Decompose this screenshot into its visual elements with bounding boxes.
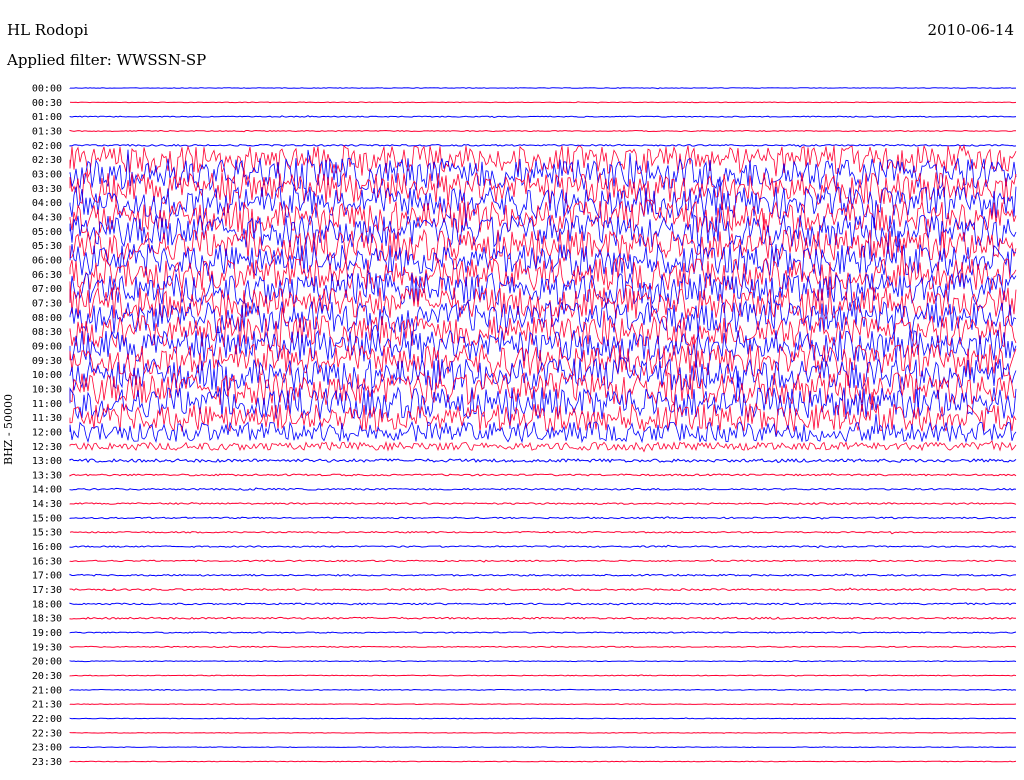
trace-0930 <box>69 334 1017 387</box>
time-tick-label: 04:00 <box>32 198 62 209</box>
trace-1530 <box>69 530 1017 535</box>
time-tick-label: 00:00 <box>32 84 62 95</box>
trace-1400 <box>69 487 1017 491</box>
time-tick-label: 17:00 <box>32 571 62 582</box>
time-tick-label: 01:30 <box>32 126 62 137</box>
time-tick-label: 15:00 <box>32 513 62 524</box>
time-tick-label: 23:30 <box>32 757 62 768</box>
trace-2030 <box>69 674 1017 677</box>
trace-0900 <box>69 325 1017 363</box>
time-tick-label: 22:00 <box>32 714 62 725</box>
time-tick-label: 10:00 <box>32 370 62 381</box>
time-tick-label: 20:00 <box>32 657 62 668</box>
time-tick-label: 06:30 <box>32 270 62 281</box>
time-tick-label: 11:00 <box>32 399 62 410</box>
time-tick-label: 10:30 <box>32 384 62 395</box>
time-tick-label: 03:30 <box>32 184 62 195</box>
time-tick-label: 12:30 <box>32 442 62 453</box>
time-tick-label: 09:00 <box>32 341 62 352</box>
time-tick-label: 20:30 <box>32 671 62 682</box>
trace-0030 <box>69 101 1017 104</box>
helicorder-plot: 00:00 00:30 01:00 01:30 02:00 02:30 03:00 03:30… <box>32 84 1017 768</box>
time-tick-label: 14:30 <box>32 499 62 510</box>
trace-1300 <box>69 458 1017 464</box>
time-tick-label: 16:30 <box>32 556 62 567</box>
time-tick-label: 04:30 <box>32 212 62 223</box>
time-tick-label: 15:30 <box>32 528 62 539</box>
trace-1730 <box>69 587 1017 591</box>
trace-0130 <box>69 129 1016 133</box>
trace-1830 <box>69 616 1017 620</box>
time-tick-label: 11:30 <box>32 413 62 424</box>
time-tick-label: 13:30 <box>32 470 62 481</box>
time-tick-label: 02:00 <box>32 141 62 152</box>
time-tick-label: 07:30 <box>32 298 62 309</box>
time-tick-label: 02:30 <box>32 155 62 166</box>
time-tick-label: 16:00 <box>32 542 62 553</box>
time-tick-label: 08:30 <box>32 327 62 338</box>
time-tick-label: 00:30 <box>32 98 62 109</box>
time-tick-label: 09:30 <box>32 356 62 367</box>
trace-1330 <box>69 473 1017 477</box>
trace-1930 <box>69 645 1017 649</box>
trace-1700 <box>69 573 1016 577</box>
trace-2330 <box>69 760 1017 763</box>
time-tick-label: 19:00 <box>32 628 62 639</box>
time-tick-label: 21:00 <box>32 685 62 696</box>
trace-1230 <box>69 440 1017 453</box>
trace-2130 <box>69 703 1017 706</box>
time-tick-label: 06:00 <box>32 255 62 266</box>
trace-1500 <box>69 516 1017 520</box>
time-tick-label: 12:00 <box>32 427 62 438</box>
trace-0000 <box>69 87 1016 90</box>
time-tick-label: 19:30 <box>32 642 62 653</box>
time-tick-label: 05:30 <box>32 241 62 252</box>
time-tick-label: 18:30 <box>32 614 62 625</box>
trace-1600 <box>69 544 1017 549</box>
time-tick-label: 14:00 <box>32 485 62 496</box>
time-tick-label: 05:00 <box>32 227 62 238</box>
trace-2300 <box>69 746 1017 749</box>
trace-1430 <box>69 502 1017 506</box>
trace-0100 <box>69 115 1017 119</box>
trace-1900 <box>69 631 1017 634</box>
trace-1800 <box>69 602 1017 606</box>
time-tick-label: 17:30 <box>32 585 62 596</box>
time-tick-label: 03:00 <box>32 169 62 180</box>
trace-0200 <box>69 143 1017 148</box>
time-tick-label: 08:00 <box>32 313 62 324</box>
time-tick-label: 13:00 <box>32 456 62 467</box>
time-tick-label: 22:30 <box>32 728 62 739</box>
time-tick-label: 18:00 <box>32 599 62 610</box>
trace-2000 <box>69 660 1017 663</box>
time-tick-label: 21:30 <box>32 700 62 711</box>
time-tick-label: 07:00 <box>32 284 62 295</box>
trace-2200 <box>69 717 1017 720</box>
seismogram-page: HL Rodopi Applied filter: WWSSN-SP 2010-… <box>0 0 1024 780</box>
trace-2230 <box>69 731 1017 734</box>
trace-1630 <box>69 558 1017 563</box>
time-tick-label: 23:00 <box>32 743 62 754</box>
trace-2100 <box>69 688 1017 692</box>
time-tick-label: 01:00 <box>32 112 62 123</box>
